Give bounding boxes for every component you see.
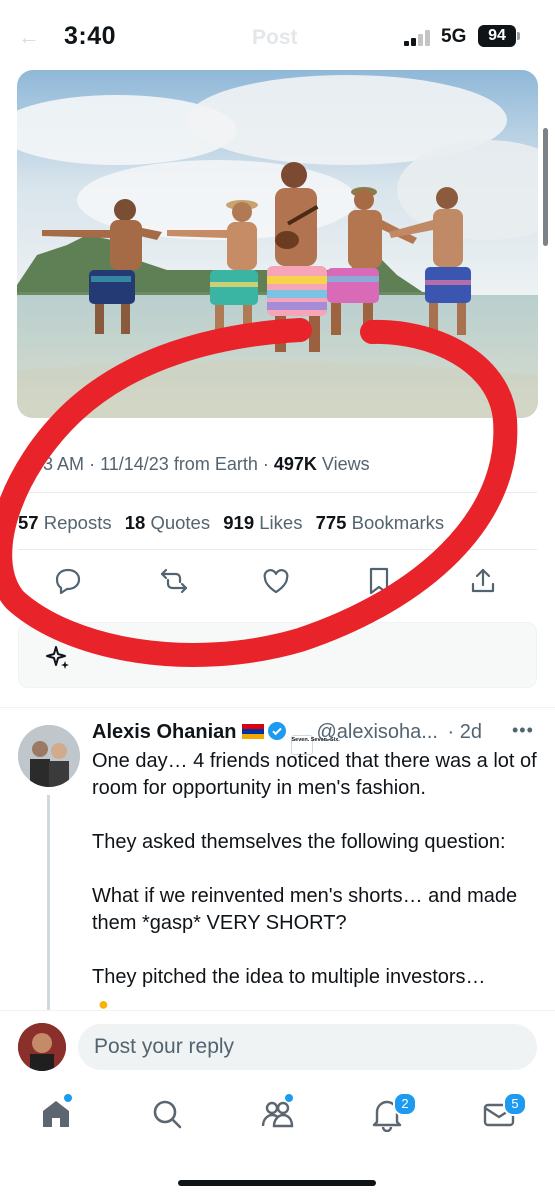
reply-paragraph: One day… 4 friends noticed that there wa…: [92, 750, 537, 799]
communities-icon[interactable]: [259, 1094, 295, 1132]
sparkle-icon: [46, 646, 69, 669]
reply-age: 2d: [459, 721, 483, 743]
post-actions: [0, 565, 555, 599]
verified-badge-icon: [267, 722, 286, 740]
search-icon[interactable]: [149, 1096, 185, 1132]
home-icon[interactable]: [38, 1094, 74, 1132]
beach-photo-illustration: [17, 70, 538, 418]
home-indicator[interactable]: [178, 1180, 376, 1186]
post-time: 1:03 AM: [18, 454, 85, 474]
reply-paragraph: What if we reinvented men's shorts… and …: [92, 885, 518, 934]
bottom-nav: 2 5: [0, 1092, 555, 1142]
armenia-flag-icon: [241, 724, 264, 739]
bookmark-icon[interactable]: [363, 565, 395, 597]
divider: [18, 492, 537, 493]
status-bar: ← 3:40 Post 5G 94: [0, 0, 555, 70]
stat-bookmarks[interactable]: 775 Bookmarks: [316, 512, 445, 533]
more-options-icon[interactable]: •••: [512, 720, 534, 741]
page-title: Post: [252, 26, 298, 49]
stat-reposts[interactable]: 57 Reposts: [18, 512, 112, 533]
meta-separator: ·: [89, 454, 101, 474]
post-stats: 57 Reposts 18 Quotes 919 Likes 775 Bookm…: [18, 512, 452, 534]
network-type: 5G: [441, 26, 467, 47]
meta-separator: ·: [262, 454, 274, 474]
reply-input[interactable]: [78, 1024, 537, 1070]
divider: [18, 549, 537, 550]
battery-indicator: 94: [478, 25, 520, 47]
notifications-badge: 2: [393, 1092, 417, 1116]
repost-icon[interactable]: [158, 565, 190, 597]
grok-suggestion-box[interactable]: [18, 622, 537, 688]
post-source: from Earth: [173, 454, 258, 474]
communities-dot: [285, 1094, 293, 1102]
thread-line: [47, 795, 50, 1010]
like-icon[interactable]: [260, 565, 292, 597]
reply-paragraph: They pitched the idea to multiple invest…: [92, 966, 486, 988]
scrollbar[interactable]: [543, 128, 548, 246]
back-arrow-icon[interactable]: ←: [18, 24, 40, 50]
status-time: 3:40: [64, 22, 117, 50]
signal-icon: [404, 30, 434, 46]
reply-paragraph: They asked themselves the following ques…: [92, 831, 506, 853]
stat-quotes[interactable]: 18 Quotes: [125, 512, 210, 533]
views-count[interactable]: 497K: [274, 454, 317, 474]
messages-badge: 5: [503, 1092, 527, 1116]
post-photo[interactable]: [17, 70, 538, 418]
messages-icon[interactable]: 5: [481, 1092, 527, 1132]
stat-likes[interactable]: 919 Likes: [223, 512, 302, 533]
notifications-icon[interactable]: 2: [369, 1092, 417, 1133]
reply-text: One day… 4 friends noticed that there wa…: [92, 748, 542, 1018]
section-divider: [0, 707, 555, 708]
views-label: Views: [321, 454, 370, 474]
reply-author-handle[interactable]: @alexisoha...: [317, 721, 438, 743]
post-meta: 1:03 AM · 11/14/23 from Earth · 497K Vie…: [18, 454, 370, 475]
share-icon[interactable]: [467, 565, 499, 597]
reply-author-avatar[interactable]: [18, 725, 80, 787]
post-date: 11/14/23: [100, 454, 169, 474]
meta-separator: ·: [441, 721, 460, 743]
home-dot: [64, 1094, 72, 1102]
my-avatar[interactable]: [18, 1023, 66, 1071]
reply-icon[interactable]: [52, 565, 84, 597]
reply-author-name[interactable]: Alexis Ohanian: [92, 721, 237, 743]
